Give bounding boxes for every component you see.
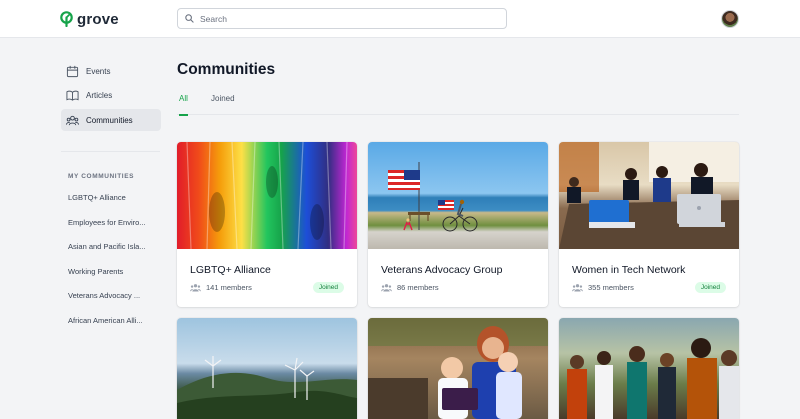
- search-icon: [185, 14, 194, 23]
- sidebar-divider: [61, 151, 160, 152]
- my-community-link[interactable]: Working Parents: [68, 266, 156, 291]
- community-tabs: All Joined: [177, 93, 739, 116]
- book-open-icon: [66, 90, 79, 101]
- tab-joined[interactable]: Joined: [211, 94, 235, 115]
- joined-badge: Joined: [312, 282, 344, 293]
- card-image-wind-turbines: [177, 318, 357, 419]
- card-image-rainbow-paint: [177, 142, 357, 249]
- card-member-count: 141 members: [190, 283, 252, 292]
- leaf-icon: [60, 11, 73, 27]
- card-image-family: [368, 318, 548, 419]
- member-count-label: 86 members: [397, 283, 439, 292]
- community-card-lgbtq[interactable]: LGBTQ+ Alliance 141 members Joined: [177, 142, 357, 307]
- member-count-label: 355 members: [588, 283, 634, 292]
- users-icon: [381, 284, 392, 292]
- users-icon: [572, 284, 583, 292]
- sidebar-nav: Events Articles Communities: [61, 60, 161, 134]
- card-image-meeting-room: [559, 142, 739, 249]
- community-card-environment[interactable]: [177, 318, 357, 419]
- card-image-crowd-outdoors: [559, 318, 739, 419]
- community-card-veterans[interactable]: Veterans Advocacy Group 86 members: [368, 142, 548, 307]
- sidebar-item-articles[interactable]: Articles: [61, 85, 161, 107]
- joined-badge: Joined: [694, 282, 726, 293]
- community-card-working-parents[interactable]: [368, 318, 548, 419]
- app-name: grove: [77, 10, 119, 28]
- top-bar: grove: [0, 0, 800, 38]
- my-community-link[interactable]: Employees for Enviro...: [68, 217, 156, 242]
- card-member-count: 86 members: [381, 283, 439, 292]
- sidebar-item-label: Events: [86, 66, 111, 76]
- sidebar-item-communities[interactable]: Communities: [61, 109, 161, 131]
- user-avatar[interactable]: [721, 10, 739, 28]
- my-community-link[interactable]: Veterans Advocacy ...: [68, 290, 156, 315]
- sidebar-item-label: Communities: [86, 115, 133, 125]
- community-card-african-american[interactable]: [559, 318, 739, 419]
- sidebar-item-label: Articles: [86, 91, 113, 100]
- sidebar-item-events[interactable]: Events: [61, 60, 161, 82]
- my-community-link[interactable]: LGBTQ+ Alliance: [68, 192, 156, 217]
- card-title: LGBTQ+ Alliance: [190, 264, 271, 276]
- calendar-icon: [66, 65, 79, 77]
- card-member-count: 355 members: [572, 283, 634, 292]
- page-title: Communities: [177, 61, 276, 78]
- users-icon: [66, 115, 79, 125]
- community-card-women-in-tech[interactable]: Women in Tech Network 355 members Joined: [559, 142, 739, 307]
- users-icon: [190, 284, 201, 292]
- search-box[interactable]: [177, 8, 507, 29]
- card-image-beach-flags: [368, 142, 548, 249]
- my-community-link[interactable]: African American Alli...: [68, 315, 156, 340]
- card-title: Women in Tech Network: [572, 264, 686, 276]
- my-communities-list: LGBTQ+ Alliance Employees for Enviro... …: [68, 192, 156, 340]
- my-communities-heading: MY COMMUNITIES: [68, 173, 135, 180]
- card-title: Veterans Advocacy Group: [381, 264, 503, 276]
- member-count-label: 141 members: [206, 283, 252, 292]
- my-community-link[interactable]: Asian and Pacific Isla...: [68, 241, 156, 266]
- grove-logo[interactable]: grove: [60, 9, 119, 29]
- search-input[interactable]: [200, 13, 490, 24]
- tab-all[interactable]: All: [179, 94, 188, 116]
